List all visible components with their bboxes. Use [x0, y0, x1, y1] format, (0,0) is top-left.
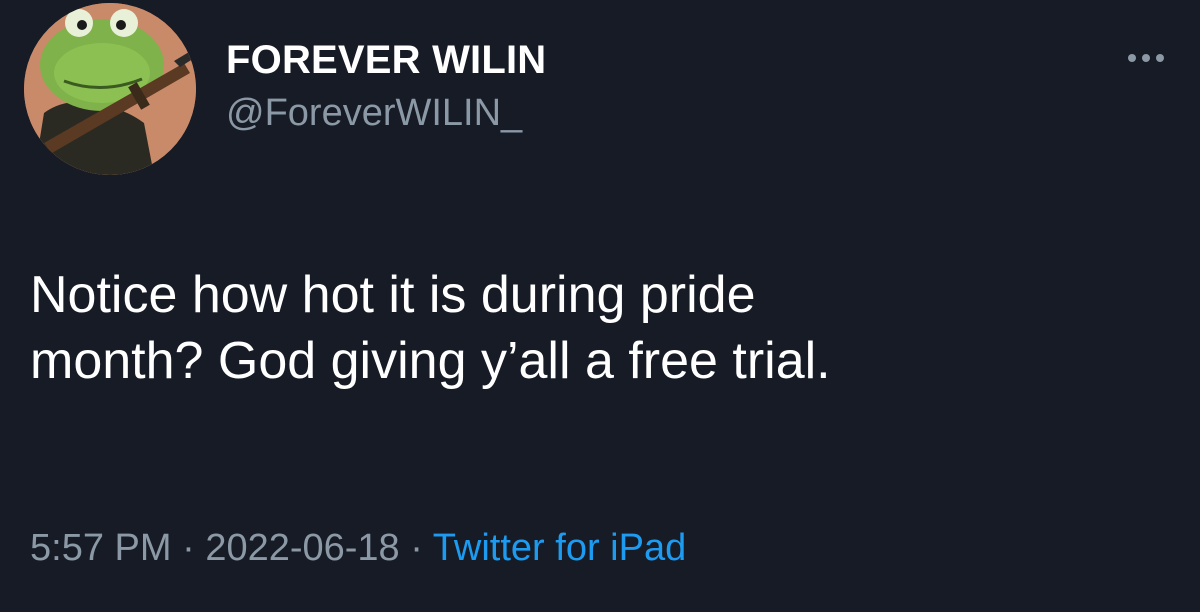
tweet-card: FOREVER WILIN @ForeverWILIN_ Notice how … — [0, 0, 1200, 612]
tweet-meta: 5:57 PM · 2022-06-18 · Twitter for iPad — [30, 524, 686, 572]
avatar[interactable] — [24, 3, 196, 175]
tweet-source-link[interactable]: Twitter for iPad — [433, 527, 686, 569]
tweet-time[interactable]: 5:57 PM — [30, 527, 172, 569]
more-horizontal-icon — [1142, 54, 1150, 62]
display-name[interactable]: FOREVER WILIN — [226, 36, 546, 84]
more-horizontal-icon — [1128, 54, 1136, 62]
user-info: FOREVER WILIN @ForeverWILIN_ — [226, 36, 546, 136]
more-horizontal-icon — [1156, 54, 1164, 62]
tweet-text-line: Notice how hot it is during pride — [30, 266, 756, 324]
meta-separator: · — [171, 527, 206, 569]
frog-avatar-image — [24, 3, 196, 175]
user-handle[interactable]: @ForeverWILIN_ — [226, 90, 546, 136]
tweet-text-line: month? God giving y’all a free trial. — [30, 332, 831, 390]
meta-separator: · — [399, 527, 433, 569]
tweet-text: Notice how hot it is during pride month?… — [30, 262, 1170, 394]
tweet-date[interactable]: 2022-06-18 — [205, 527, 399, 569]
more-options-button[interactable] — [1118, 44, 1174, 72]
